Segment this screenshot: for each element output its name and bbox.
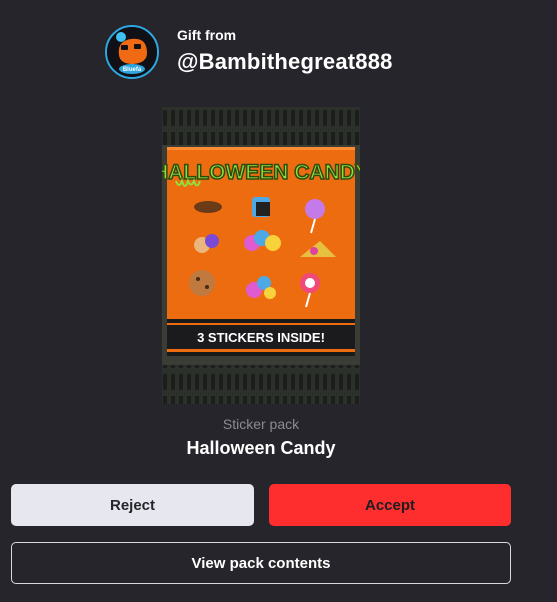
gift-from-label: Gift from <box>177 27 237 43</box>
pack-type-label: Sticker pack <box>222 416 300 432</box>
pack-image-title: HALLOWEEN CANDY <box>162 161 360 184</box>
pack-name: Halloween Candy <box>186 438 336 458</box>
avatar-text: Bluefa <box>123 67 142 73</box>
sender-username[interactable]: @Bambithegreat888 <box>177 49 393 75</box>
gift-header: Bluefa Gift from @Bambithegreat888 <box>105 23 545 83</box>
sender-avatar[interactable]: Bluefa <box>105 25 159 79</box>
sticker-pack-image: HALLOWEEN CANDY 3 STICKERS INSIDE! <box>152 107 370 404</box>
pack-image-banner: 3 STICKERS INSIDE! <box>197 330 325 345</box>
accept-button[interactable]: Accept <box>269 484 511 526</box>
reject-button[interactable]: Reject <box>11 484 254 526</box>
avatar-character-icon: Bluefa <box>107 27 157 77</box>
view-pack-contents-button[interactable]: View pack contents <box>11 542 511 584</box>
